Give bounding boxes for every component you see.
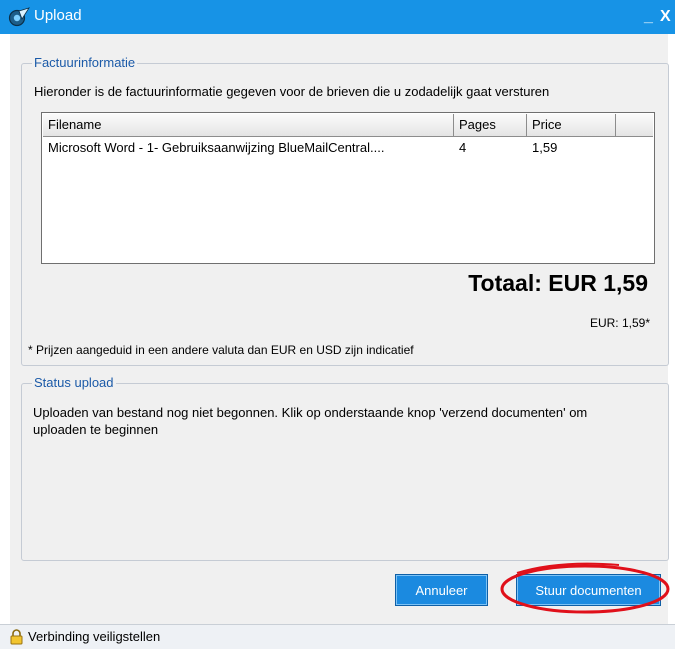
cell-filename: Microsoft Word - 1- Gebruiksaanwijzing B… — [48, 140, 385, 155]
invoice-total: Totaal: EUR 1,59 — [468, 270, 648, 296]
app-logo-icon — [8, 7, 30, 27]
invoice-intro-text: Hieronder is de factuurinformatie gegeve… — [34, 84, 550, 99]
status-message: Uploaden van bestand nog niet begonnen. … — [33, 405, 588, 437]
cell-price: 1,59 — [532, 140, 558, 155]
invoice-list[interactable]: Filename Pages Price Microsoft Word - 1-… — [41, 112, 655, 264]
cell-pages: 4 — [459, 140, 467, 155]
close-button[interactable]: X — [660, 9, 671, 25]
lock-icon — [10, 629, 23, 645]
status-bar-text: Verbinding veiligstellen — [28, 629, 161, 644]
column-pages[interactable]: Pages — [454, 114, 527, 136]
invoice-list-header: Filename Pages Price — [43, 114, 653, 137]
price-disclaimer: * Prijzen aangeduid in een andere valuta… — [28, 343, 414, 357]
send-documents-button[interactable]: Stuur documenten — [516, 574, 661, 606]
column-filename[interactable]: Filename — [43, 114, 454, 136]
status-legend: Status upload — [32, 375, 116, 391]
title-bar: Upload _ X — [0, 0, 675, 34]
table-row[interactable]: Microsoft Word - 1- Gebruiksaanwijzing B… — [43, 140, 653, 158]
column-filler — [616, 114, 653, 136]
minimize-button[interactable]: _ — [644, 9, 653, 25]
window-title: Upload — [34, 7, 82, 24]
eur-note: EUR: 1,59* — [589, 316, 650, 330]
status-bar: Verbinding veiligstellen — [0, 624, 675, 649]
cancel-button[interactable]: Annuleer — [395, 574, 488, 606]
column-price[interactable]: Price — [527, 114, 616, 136]
invoice-legend: Factuurinformatie — [32, 55, 138, 71]
